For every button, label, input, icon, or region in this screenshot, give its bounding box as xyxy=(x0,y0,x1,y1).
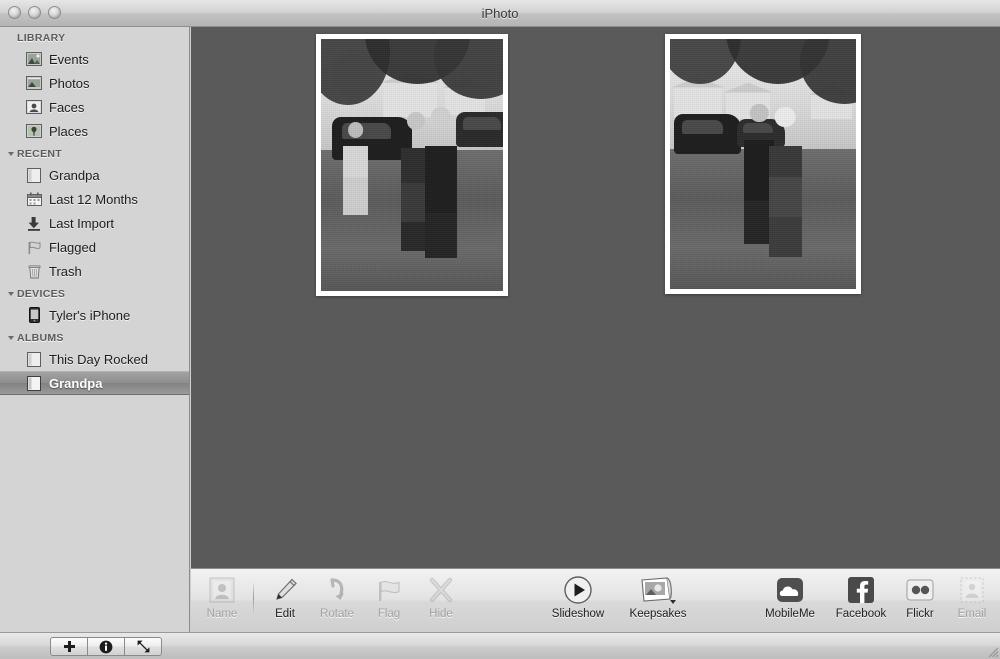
sidebar-item-this-day-rocked[interactable]: This Day Rocked xyxy=(0,347,189,371)
sidebar-item-label: This Day Rocked xyxy=(49,351,148,367)
stamp-icon xyxy=(943,575,1000,605)
sidebar-section-devices[interactable]: DEVICES xyxy=(0,283,189,303)
iphoto-window: iPhoto LIBRARY Events Photos Faces Place… xyxy=(0,0,1000,659)
import-icon xyxy=(26,215,42,231)
sidebar-item-tylers-iphone[interactable]: Tyler's iPhone xyxy=(0,303,189,327)
photo-thumbnail[interactable] xyxy=(316,34,508,296)
tool-label: Keepsakes xyxy=(629,608,687,620)
name-button[interactable]: Name xyxy=(193,575,251,620)
sidebar-item-label: Last Import xyxy=(49,215,115,231)
sidebar-item-recent-grandpa[interactable]: Grandpa xyxy=(0,163,189,187)
calendar-icon xyxy=(26,191,42,207)
sidebar-item-label: Events xyxy=(49,51,89,67)
mobileme-button[interactable]: MobileMe xyxy=(761,575,819,620)
fullscreen-icon xyxy=(137,640,149,653)
fullscreen-button[interactable] xyxy=(124,637,162,656)
sidebar-item-photos[interactable]: Photos xyxy=(0,71,189,95)
sidebar-item-label: Places xyxy=(49,123,89,139)
facebook-button[interactable]: Facebook xyxy=(832,575,890,620)
sidebar-item-label: Trash xyxy=(49,263,82,279)
cloud-icon xyxy=(761,575,819,605)
sidebar[interactable]: LIBRARY Events Photos Faces Places RECEN… xyxy=(0,27,190,632)
flag-icon xyxy=(26,239,42,255)
disclosure-triangle-icon[interactable] xyxy=(8,152,14,156)
sidebar-item-label: Photos xyxy=(49,75,90,91)
info-icon xyxy=(99,640,113,653)
photo-image xyxy=(321,39,503,291)
tool-label: Slideshow xyxy=(551,608,605,620)
pencil-icon xyxy=(256,575,314,605)
disclosure-triangle-icon[interactable] xyxy=(8,292,14,296)
sidebar-item-places[interactable]: Places xyxy=(0,119,189,143)
faces-icon xyxy=(26,99,42,115)
status-bar: Search 2 photos xyxy=(0,632,1000,659)
sidebar-section-recent[interactable]: RECENT xyxy=(0,143,189,163)
tool-label: Hide xyxy=(429,608,453,620)
sidebar-section-label: DEVICES xyxy=(17,288,66,300)
tool-label: Name xyxy=(206,608,238,620)
keepsakes-button[interactable]: Keepsakes xyxy=(621,575,695,620)
rotate-button[interactable]: Rotate xyxy=(308,575,366,620)
photos-icon xyxy=(26,75,42,91)
sidebar-item-last-12-months[interactable]: Last 12 Months xyxy=(0,187,189,211)
photo-thumbnail[interactable] xyxy=(665,34,861,294)
sidebar-item-label: Grandpa xyxy=(49,167,100,183)
sidebar-item-flagged[interactable]: Flagged xyxy=(0,235,189,259)
info-button[interactable] xyxy=(87,637,125,656)
play-icon xyxy=(549,575,607,605)
hide-x-icon xyxy=(412,575,470,605)
sidebar-item-label: Flagged xyxy=(49,239,96,255)
title-bar: iPhoto xyxy=(0,0,1000,27)
flickr-icon xyxy=(891,575,949,605)
places-icon xyxy=(26,123,42,139)
iphone-icon xyxy=(26,307,42,323)
sidebar-item-faces[interactable]: Faces xyxy=(0,95,189,119)
tool-label: Email xyxy=(957,608,987,620)
sidebar-section-label: RECENT xyxy=(17,148,62,160)
edit-button[interactable]: Edit xyxy=(256,575,314,620)
name-icon xyxy=(193,575,251,605)
tool-label: Rotate xyxy=(320,608,354,620)
photo-canvas[interactable] xyxy=(191,27,1000,568)
sidebar-item-events[interactable]: Events xyxy=(0,47,189,71)
disclosure-triangle-icon[interactable] xyxy=(8,336,14,340)
tool-label: MobileMe xyxy=(765,608,815,620)
album-icon xyxy=(26,375,42,391)
album-icon xyxy=(26,167,42,183)
window-title: iPhoto xyxy=(481,6,519,21)
slideshow-button[interactable]: Slideshow xyxy=(549,575,607,620)
sidebar-section-albums[interactable]: ALBUMS xyxy=(0,327,189,347)
sidebar-item-label: Last 12 Months xyxy=(49,191,138,207)
sidebar-item-last-import[interactable]: Last Import xyxy=(0,211,189,235)
add-button[interactable] xyxy=(50,637,88,656)
tool-label: Edit xyxy=(275,608,295,620)
sidebar-section-label: ALBUMS xyxy=(17,332,64,344)
sidebar-section-label: LIBRARY xyxy=(17,32,66,44)
sidebar-item-label: Tyler's iPhone xyxy=(49,307,131,323)
tool-label: Facebook xyxy=(835,608,887,620)
keepsakes-icon xyxy=(621,575,695,605)
facebook-icon xyxy=(832,575,890,605)
toolbar-separator xyxy=(253,581,254,615)
bottom-toolbar: Name Edit Rotate Flag Hide Slideshow Kee… xyxy=(191,568,1000,632)
resize-grip[interactable] xyxy=(985,644,999,658)
tool-label: Flickr xyxy=(906,608,934,620)
sidebar-item-label: Grandpa xyxy=(49,375,103,391)
tool-label: Flag xyxy=(377,608,401,620)
email-button[interactable]: Email xyxy=(943,575,1000,620)
photo-image xyxy=(670,39,856,289)
events-icon xyxy=(26,51,42,67)
album-icon xyxy=(26,351,42,367)
flag-button[interactable]: Flag xyxy=(360,575,418,620)
rotate-icon xyxy=(308,575,366,605)
hide-button[interactable]: Hide xyxy=(412,575,470,620)
plus-icon xyxy=(63,641,75,652)
sidebar-item-trash[interactable]: Trash xyxy=(0,259,189,283)
sidebar-item-grandpa[interactable]: Grandpa xyxy=(0,371,189,395)
trash-icon xyxy=(26,263,42,279)
flickr-button[interactable]: Flickr xyxy=(891,575,949,620)
sidebar-section-library: LIBRARY xyxy=(0,27,189,47)
sidebar-item-label: Faces xyxy=(49,99,85,115)
flag-icon xyxy=(360,575,418,605)
